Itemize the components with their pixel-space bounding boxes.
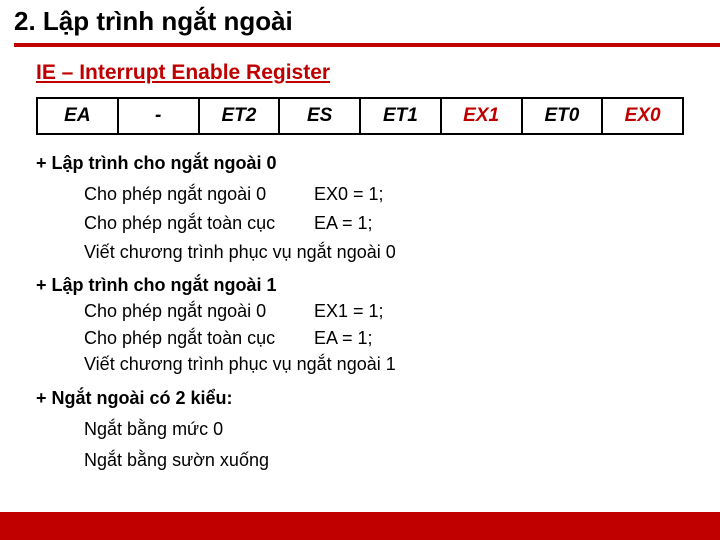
line-item: Cho phép ngắt ngoài 0 EX0 = 1; (84, 184, 690, 205)
slide-content: IE – Interrupt Enable Register EA - ET2 … (0, 47, 720, 471)
line-item: Cho phép ngắt toàn cục EA = 1; (84, 326, 690, 350)
section-interrupt-types: + Ngắt ngoài có 2 kiểu: Ngắt bằng mức 0 … (36, 388, 690, 471)
section-title: + Lập trình cho ngắt ngoài 0 (36, 153, 690, 174)
line-code: EA = 1; (314, 326, 373, 350)
section-interrupt-0: + Lập trình cho ngắt ngoài 0 Cho phép ng… (36, 153, 690, 263)
reg-cell-ex1: EX1 (442, 99, 523, 133)
line-code: EX0 = 1; (314, 184, 384, 205)
line-label: Cho phép ngắt ngoài 0 (84, 184, 314, 205)
line-code: EX1 = 1; (314, 299, 384, 323)
reg-cell-es: ES (280, 99, 361, 133)
line-item: Cho phép ngắt toàn cục EA = 1; (84, 213, 690, 234)
line-final: Viết chương trình phục vụ ngắt ngoài 1 (84, 352, 690, 376)
section-title: + Lập trình cho ngắt ngoài 1 (36, 273, 690, 297)
line-item: Cho phép ngắt ngoài 0 EX1 = 1; (84, 299, 690, 323)
section-interrupt-1: + Lập trình cho ngắt ngoài 1 Cho phép ng… (36, 273, 690, 376)
line-label: Cho phép ngắt ngoài 0 (84, 299, 314, 323)
type-item: Ngắt bằng mức 0 (84, 419, 690, 440)
title-underline (14, 43, 720, 47)
footer-bar (0, 512, 720, 540)
slide-title: 2. Lập trình ngắt ngoài (14, 6, 720, 37)
section-title: + Ngắt ngoài có 2 kiểu: (36, 388, 690, 409)
line-label: Cho phép ngắt toàn cục (84, 213, 314, 234)
reg-cell-ex0: EX0 (603, 99, 682, 133)
line-label: Cho phép ngắt toàn cục (84, 326, 314, 350)
register-row: EA - ET2 ES ET1 EX1 ET0 EX0 (36, 97, 684, 135)
reg-cell-et1: ET1 (361, 99, 442, 133)
line-code: EA = 1; (314, 213, 373, 234)
subheading: IE – Interrupt Enable Register (36, 61, 690, 85)
reg-cell-et0: ET0 (523, 99, 604, 133)
reg-cell-ea: EA (38, 99, 119, 133)
type-item: Ngắt bằng sườn xuống (84, 450, 690, 471)
reg-cell-dash: - (119, 99, 200, 133)
line-final: Viết chương trình phục vụ ngắt ngoài 0 (84, 242, 690, 263)
reg-cell-et2: ET2 (200, 99, 281, 133)
slide-title-band: 2. Lập trình ngắt ngoài (0, 0, 720, 47)
